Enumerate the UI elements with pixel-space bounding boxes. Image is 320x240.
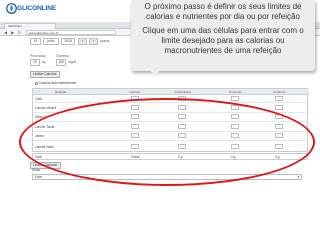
weight-label: Peso atual — [30, 54, 46, 58]
protein-cell[interactable] — [231, 124, 239, 129]
table-row: Lanche Noite — [33, 141, 309, 153]
fat-cell[interactable] — [275, 133, 283, 138]
total-protein: 0 g — [231, 155, 236, 159]
fat-cell[interactable] — [275, 96, 283, 101]
protein-cell[interactable] — [231, 105, 239, 110]
fat-cell[interactable] — [275, 105, 283, 110]
row-label: Lanche Noite — [35, 145, 54, 149]
table-row: Lanche Tarde — [33, 122, 309, 132]
row-label: Café — [35, 97, 42, 101]
diet-selected-value: Livre — [35, 175, 42, 179]
calories-cell[interactable] — [131, 124, 139, 129]
carbs-cell[interactable] — [178, 124, 186, 129]
row-label: Lanche Manhã — [35, 106, 57, 110]
carbs-cell[interactable] — [178, 144, 186, 149]
total-carbs: 0 g — [178, 155, 183, 159]
next-day-button[interactable]: > — [89, 38, 98, 45]
table-row: Jantar — [33, 132, 309, 141]
glycemia-label: Glicemia — [56, 54, 69, 58]
diet-select[interactable]: Livre ▼ — [32, 174, 302, 180]
calories-cell[interactable] — [131, 105, 139, 110]
callout-paragraph-1: O próximo passo é definir os seus limite… — [144, 2, 302, 21]
logo-text: GLICONLINE — [17, 5, 57, 12]
header-meal: Refeição — [55, 90, 67, 94]
weekday-label: quarta — [100, 39, 110, 43]
arrow-left-icon[interactable]: ◀ — [3, 30, 8, 35]
protein-cell[interactable] — [231, 96, 239, 101]
table-row: Almoço — [33, 113, 309, 122]
limits-table: Calcular Automaticamente Refeição Calori… — [32, 81, 309, 153]
weight-input[interactable]: 70 — [30, 59, 40, 66]
protein-cell[interactable] — [231, 114, 239, 119]
auto-calc-label: Calcular Automaticamente — [39, 81, 77, 85]
carbs-cell[interactable] — [178, 133, 186, 138]
checkbox-icon[interactable] — [35, 81, 38, 85]
callout-tail — [150, 70, 160, 77]
header-protein: Proteínas — [229, 90, 242, 94]
reload-icon[interactable]: ↻ — [17, 30, 22, 35]
calories-cell[interactable] — [131, 96, 139, 101]
row-label: Jantar — [35, 134, 44, 138]
limit-calories-button[interactable]: Limitar Calorias — [30, 71, 60, 78]
auto-calc-checkbox[interactable]: Calcular Automaticamente — [35, 81, 76, 85]
header-calories: Calorias — [129, 90, 141, 94]
callout-paragraph-2: Clique em uma das células para entrar co… — [142, 26, 304, 55]
fat-cell[interactable] — [275, 114, 283, 119]
gliconline-logo: GLICONLINE — [6, 2, 56, 16]
address-bar[interactable]: www.gliconline.com.br — [26, 30, 116, 35]
day-field[interactable]: 15 — [30, 38, 41, 45]
table-row: Café — [33, 95, 309, 103]
total-fat: 0 g — [275, 155, 280, 159]
table-row: Lanche Manhã — [33, 103, 309, 113]
logo-mark-icon — [6, 3, 17, 14]
chevron-down-icon: ▼ — [297, 175, 300, 179]
arrow-right-icon[interactable]: ▶ — [10, 30, 15, 35]
totals-row: Total 0 kcal 0 g 0 g 0 g — [32, 153, 308, 160]
row-label: Lanche Tarde — [35, 125, 55, 129]
year-field[interactable]: 2015 — [61, 38, 75, 45]
tutorial-slide: GLICONLINE GlicOnline ◀ ▶ ↻ www.gliconli… — [0, 0, 320, 240]
header-fat: Gorduras — [273, 90, 286, 94]
calories-cell[interactable] — [131, 144, 139, 149]
diet-label: Dieta — [32, 168, 40, 172]
prev-day-button[interactable]: < — [78, 38, 87, 45]
calories-cell[interactable] — [131, 114, 139, 119]
header-carbs: Carboidratos — [174, 90, 192, 94]
carbs-cell[interactable] — [178, 105, 186, 110]
fat-cell[interactable] — [275, 124, 283, 129]
glycemia-unit: mg/dl — [68, 60, 77, 64]
fat-cell[interactable] — [275, 144, 283, 149]
carbs-cell[interactable] — [178, 96, 186, 101]
instruction-callout: O próximo passo é definir os seus limite… — [131, 0, 315, 71]
month-field[interactable]: julho — [43, 38, 59, 45]
calories-cell[interactable] — [131, 133, 139, 138]
glycemia-input[interactable]: 100 — [56, 59, 66, 66]
protein-cell[interactable] — [231, 144, 239, 149]
weight-unit: kg — [42, 60, 46, 64]
protein-cell[interactable] — [231, 133, 239, 138]
carbs-cell[interactable] — [178, 114, 186, 119]
total-calories: 0 kcal — [131, 155, 140, 159]
row-label: Almoço — [35, 115, 46, 119]
total-label: Total — [35, 155, 42, 159]
